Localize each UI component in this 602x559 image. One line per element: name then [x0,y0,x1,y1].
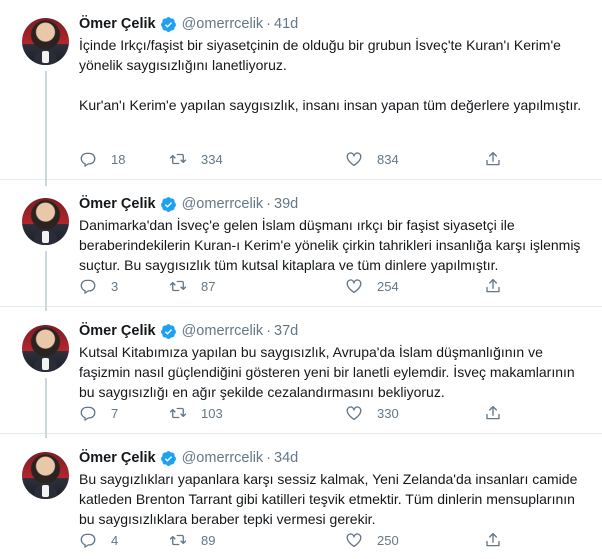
verified-badge-icon [160,196,176,212]
avatar[interactable] [22,452,69,499]
thread-connector-line [45,251,47,311]
tweet-paragraph: Danimarka'dan İsveç'e gelen İslam düşman… [79,217,581,273]
share-button[interactable] [484,276,502,296]
tweet-actions: 4 89 250 [79,530,519,550]
author-name[interactable]: Ömer Çelik [79,450,156,466]
like-count: 330 [377,405,399,421]
dot-separator: · [266,16,272,32]
reply-button[interactable]: 7 [79,403,118,423]
retweet-count: 334 [201,151,223,167]
tweet-thread: Ömer Çelik @omerrcelik · 41d İçinde Irkç… [0,0,602,559]
retweet-button[interactable]: 87 [169,276,215,296]
share-icon [486,278,500,293]
verified-badge-icon [160,450,176,466]
dot-separator: · [266,196,272,212]
tweet-actions: 3 87 254 [79,276,519,296]
retweet-count: 87 [201,278,216,294]
avatar[interactable] [22,198,69,245]
verified-badge-icon [160,323,176,339]
like-button[interactable]: 330 [345,403,399,423]
tweet-timestamp[interactable]: 39d [274,196,298,212]
share-button[interactable] [484,403,502,423]
retweet-button[interactable]: 89 [169,530,215,550]
heart-icon [346,406,362,421]
dot-separator: · [266,450,272,466]
share-icon [486,532,500,547]
retweet-icon [169,534,187,546]
tweet-timestamp[interactable]: 37d [274,323,298,339]
thread-connector-line [45,378,47,438]
thread-connector-line [45,71,47,186]
reply-count: 7 [111,405,119,421]
like-button[interactable]: 250 [345,530,399,550]
retweet-icon [169,280,187,292]
tweet[interactable]: Ömer Çelik @omerrcelik · 39d Danimarka'd… [0,180,602,311]
reply-count: 3 [111,278,119,294]
tweet[interactable]: Ömer Çelik @omerrcelik · 37d Kutsal Kita… [0,307,602,438]
author-name[interactable]: Ömer Çelik [79,16,156,32]
retweet-button[interactable]: 334 [169,149,223,169]
author-handle[interactable]: @omerrcelik [182,323,264,339]
author-name[interactable]: Ömer Çelik [79,323,156,339]
retweet-icon [169,407,187,419]
verified-badge-icon [160,16,176,32]
reply-icon [80,406,96,421]
tweet-timestamp[interactable]: 34d [274,450,298,466]
tweet-text: Kutsal Kitabımıza yapılan bu saygısızlık… [79,342,582,402]
reply-button[interactable]: 4 [79,530,118,550]
reply-button[interactable]: 18 [79,149,125,169]
author-name[interactable]: Ömer Çelik [79,196,156,212]
like-button[interactable]: 254 [345,276,399,296]
avatar[interactable] [22,18,69,65]
avatar[interactable] [22,325,69,372]
reply-count: 4 [111,532,119,548]
reply-icon [80,279,96,294]
tweet-actions: 7 103 330 [79,403,519,423]
tweet-paragraph: Kutsal Kitabımıza yapılan bu saygısızlık… [79,344,575,400]
share-icon [486,151,500,166]
retweet-icon [169,153,187,165]
heart-icon [346,279,362,294]
share-button[interactable] [484,149,502,169]
dot-separator: · [266,323,272,339]
heart-icon [346,152,362,167]
author-handle[interactable]: @omerrcelik [182,16,264,32]
share-button[interactable] [484,530,502,550]
reply-icon [80,533,96,548]
tweet-paragraph: İçinde Irkçı/faşist bir siyasetçinin de … [79,37,561,73]
like-count: 250 [377,532,399,548]
tweet-text: Danimarka'dan İsveç'e gelen İslam düşman… [79,215,582,275]
tweet-timestamp[interactable]: 41d [274,16,298,32]
tweet-text: İçinde Irkçı/faşist bir siyasetçinin de … [79,35,582,115]
tweet-actions: 18 334 834 [79,149,519,169]
retweet-count: 103 [201,405,223,421]
like-button[interactable]: 834 [345,149,399,169]
author-handle[interactable]: @omerrcelik [182,450,264,466]
tweet[interactable]: Ömer Çelik @omerrcelik · 41d İçinde Irkç… [0,0,602,186]
tweet[interactable]: Ömer Çelik @omerrcelik · 34d Bu saygızlı… [0,434,602,559]
tweet-paragraph: Kur'an'ı Kerim'e yapılan saygısızlık, in… [79,97,582,113]
reply-icon [80,152,96,167]
reply-count: 18 [111,151,126,167]
retweet-button[interactable]: 103 [169,403,223,423]
reply-button[interactable]: 3 [79,276,118,296]
like-count: 254 [377,278,399,294]
tweet-text: Bu saygızlıkları yapanlara karşı sessiz … [79,469,582,529]
heart-icon [346,533,362,548]
tweet-paragraph: Bu saygızlıkları yapanlara karşı sessiz … [79,471,578,527]
author-handle[interactable]: @omerrcelik [182,196,264,212]
share-icon [486,405,500,420]
like-count: 834 [377,151,399,167]
retweet-count: 89 [201,532,216,548]
